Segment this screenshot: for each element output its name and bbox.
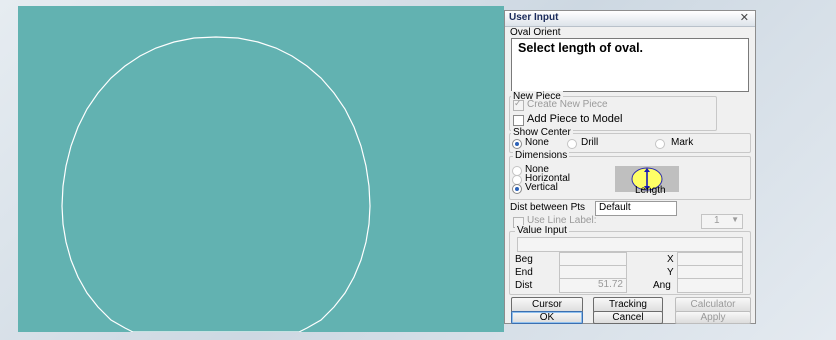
dist-between-pts-input[interactable]: Default: [595, 201, 677, 216]
oval-shape: [61, 36, 371, 332]
add-piece-to-model-checkbox[interactable]: [513, 115, 524, 126]
dist-label: Dist: [515, 280, 533, 291]
ang-field[interactable]: [677, 278, 743, 293]
dialog-title: User Input: [509, 12, 559, 23]
beg-label: Beg: [515, 254, 533, 265]
dialog-titlebar[interactable]: User Input ✕: [505, 11, 755, 27]
show-center-mark-label: Mark: [671, 137, 694, 148]
dist-field[interactable]: 51.72: [559, 278, 627, 293]
close-icon[interactable]: ✕: [740, 11, 749, 24]
user-input-dialog: User Input ✕ Oval Orient Select length o…: [504, 10, 756, 324]
dimensions-label: Dimensions: [513, 150, 570, 161]
end-label: End: [515, 267, 533, 278]
oval-orient-label: Oval Orient: [510, 27, 561, 38]
dist-between-pts-label: Dist between Pts: [510, 202, 586, 213]
dimensions-vertical-label: Vertical: [525, 182, 558, 193]
canvas-svg: [61, 36, 371, 332]
add-piece-to-model-label: Add Piece to Model: [527, 113, 623, 125]
dist-value: 51.72: [597, 279, 623, 290]
show-center-drill-label: Drill: [581, 137, 599, 148]
line-label-select-value: 1: [714, 215, 720, 226]
create-new-piece-checkbox[interactable]: [513, 98, 524, 111]
y-label: Y: [667, 267, 674, 278]
dimensions-vertical-radio[interactable]: [512, 184, 522, 194]
show-center-none-radio[interactable]: [512, 139, 522, 149]
drawing-canvas[interactable]: [18, 6, 504, 332]
show-center-drill-radio[interactable]: [567, 139, 577, 149]
create-new-piece-label: Create New Piece: [527, 99, 608, 110]
x-label: X: [667, 254, 674, 265]
cancel-button[interactable]: Cancel: [593, 311, 663, 324]
line-label-select[interactable]: 1 ▼: [701, 214, 743, 229]
value-input-label: Value Input: [515, 225, 569, 236]
dist-between-pts-value: Default: [599, 202, 631, 213]
show-center-none-label: None: [525, 137, 549, 148]
prompt-box: Select length of oval.: [511, 38, 749, 92]
apply-button[interactable]: Apply: [675, 311, 751, 324]
ok-button[interactable]: OK: [511, 311, 583, 324]
show-center-mark-radio[interactable]: [655, 139, 665, 149]
value-input-field[interactable]: [517, 237, 743, 252]
preview-caption: Length: [635, 185, 666, 196]
chevron-down-icon: ▼: [731, 215, 739, 224]
ang-label: Ang: [653, 280, 671, 291]
prompt-text: Select length of oval.: [518, 41, 644, 55]
